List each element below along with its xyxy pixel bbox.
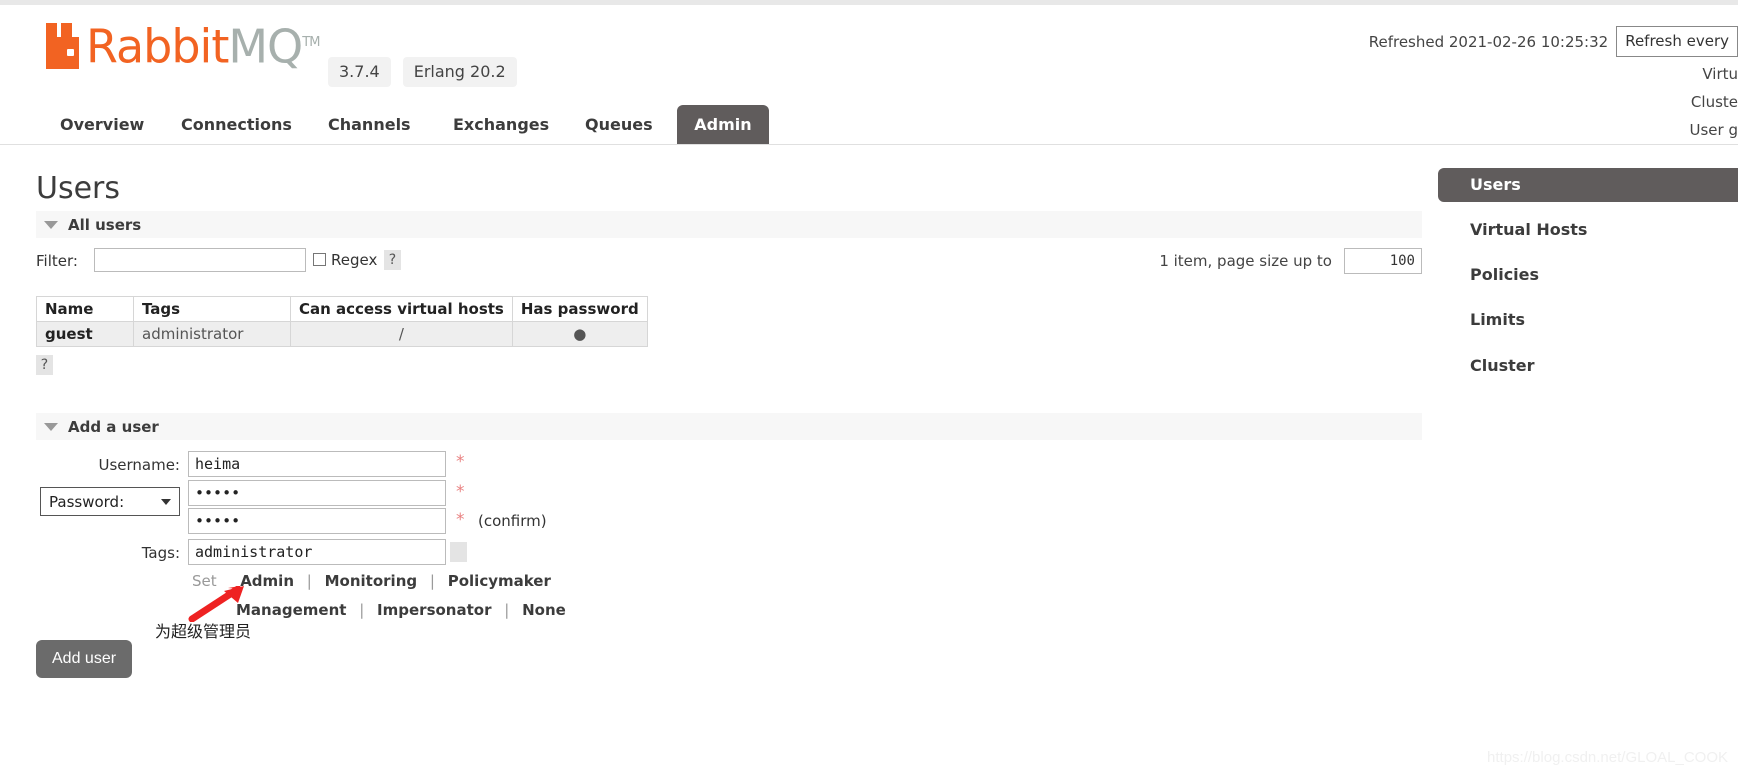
table-row[interactable]: guest administrator / ● [36, 321, 648, 347]
cell-user-vhosts: / [290, 321, 513, 347]
page-size-text: 1 item, page size up to [1159, 252, 1332, 270]
column-tags[interactable]: Tags [133, 296, 291, 322]
logo-text-rabbit: Rabbit [86, 19, 229, 74]
regex-help-icon[interactable]: ? [384, 250, 401, 270]
page-title: Users [36, 171, 121, 206]
tag-link-monitoring[interactable]: Monitoring [325, 572, 417, 590]
watermark: https://blog.csdn.net/GLOAL_COOK [1487, 749, 1728, 766]
tags-label: Tags: [141, 544, 180, 562]
add-user-heading: Add a user [68, 417, 159, 436]
sidebar-item-users[interactable]: Users [1438, 168, 1738, 202]
tab-channels[interactable]: Channels [312, 105, 427, 144]
tag-link-management[interactable]: Management [236, 601, 346, 619]
caret-down-icon[interactable] [44, 220, 58, 229]
tag-link-none[interactable]: None [522, 601, 566, 619]
column-vhosts[interactable]: Can access virtual hosts [290, 296, 513, 322]
refreshed-timestamp: Refreshed 2021-02-26 10:25:32 [1368, 32, 1609, 51]
logo-trademark: TM [302, 35, 320, 50]
password-confirm-note: (confirm) [478, 512, 547, 530]
regex-label: Regex [331, 251, 378, 269]
add-user-section-header[interactable]: Add a user [36, 413, 1422, 440]
rabbit-logo-icon [46, 23, 82, 70]
tab-queues[interactable]: Queues [569, 105, 669, 144]
chevron-down-icon [161, 498, 171, 505]
sidebar-item-policies[interactable]: Policies [1470, 265, 1539, 284]
tag-link-policymaker[interactable]: Policymaker [448, 572, 551, 590]
password-confirm-required-star: * [456, 510, 465, 530]
page-size-input[interactable]: 100 [1344, 248, 1422, 274]
all-users-heading: All users [68, 215, 142, 234]
logo-text-mq: MQ [228, 19, 303, 74]
add-user-button[interactable]: Add user [36, 640, 133, 678]
filter-label: Filter: [36, 252, 78, 270]
tag-separator: | [429, 572, 435, 590]
annotation-arrow-icon [188, 586, 244, 622]
virtual-host-meta: Virtu [1702, 65, 1738, 83]
filter-input[interactable] [94, 248, 306, 272]
sidebar-item-label: Cluster [1470, 356, 1535, 375]
refresh-interval-select[interactable]: Refresh every [1616, 26, 1738, 57]
users-table-help-icon[interactable]: ? [36, 355, 53, 375]
sidebar-item-label: Users [1470, 175, 1521, 194]
refresh-area: Refreshed 2021-02-26 10:25:32 Refresh ev… [1369, 26, 1738, 57]
erlang-version-chip: Erlang 20.2 [402, 57, 517, 87]
tab-connections[interactable]: Connections [165, 105, 308, 144]
annotation-text: 为超级管理员 [155, 622, 252, 641]
tag-separator: | [306, 572, 312, 590]
sidebar-item-label: Virtual Hosts [1470, 220, 1588, 239]
sidebar-item-label: Policies [1470, 265, 1540, 284]
password-required-star: * [456, 482, 465, 502]
users-table: Name Tags Can access virtual hosts Has p… [36, 296, 648, 347]
username-required-star: * [456, 452, 465, 472]
regex-checkbox[interactable] [313, 253, 326, 266]
password-confirm-input[interactable]: ••••• [188, 508, 446, 534]
tags-input[interactable] [188, 539, 446, 565]
tab-admin[interactable]: Admin [677, 105, 769, 144]
tags-help-icon[interactable] [450, 542, 467, 562]
tag-quickset-row-2: Management | Impersonator | None [236, 601, 566, 619]
all-users-section-header[interactable]: All users [36, 211, 1422, 238]
username-input[interactable] [188, 451, 446, 477]
password-input[interactable]: ••••• [188, 480, 446, 506]
filter-row: Filter: Regex ? 1 item, page size up to … [36, 248, 1422, 276]
table-header-row: Name Tags Can access virtual hosts Has p… [36, 296, 648, 322]
column-name[interactable]: Name [36, 296, 134, 322]
rabbitmq-logo[interactable]: RabbitMQTM [46, 20, 320, 70]
cell-user-name[interactable]: guest [36, 321, 134, 347]
sidebar-item-cluster[interactable]: Cluster [1470, 356, 1535, 375]
tag-separator: | [504, 601, 510, 619]
rabbitmq-version-chip: 3.7.4 [328, 57, 391, 87]
password-type-select[interactable]: Password: [40, 487, 180, 516]
sidebar-item-limits[interactable]: Limits [1470, 310, 1525, 329]
caret-down-icon[interactable] [44, 422, 58, 431]
tag-separator: | [359, 601, 365, 619]
sidebar-item-virtual-hosts[interactable]: Virtual Hosts [1470, 220, 1587, 239]
username-label: Username: [98, 456, 180, 474]
tab-exchanges[interactable]: Exchanges [437, 105, 565, 144]
column-password[interactable]: Has password [511, 296, 648, 322]
cell-user-has-password: ● [511, 321, 648, 347]
cell-user-tags: administrator [133, 321, 291, 347]
logo-wordmark: RabbitMQTM [86, 20, 320, 69]
sidebar-item-label: Limits [1470, 310, 1526, 329]
tag-link-impersonator[interactable]: Impersonator [377, 601, 491, 619]
main-nav: Overview Connections Channels Exchanges … [0, 105, 1738, 145]
password-select-label: Password: [49, 492, 125, 511]
tab-overview[interactable]: Overview [44, 105, 160, 144]
version-chips: 3.7.4 Erlang 20.2 [328, 57, 517, 87]
app-header: RabbitMQTM 3.7.4 Erlang 20.2 Refreshed 2… [0, 5, 1738, 139]
